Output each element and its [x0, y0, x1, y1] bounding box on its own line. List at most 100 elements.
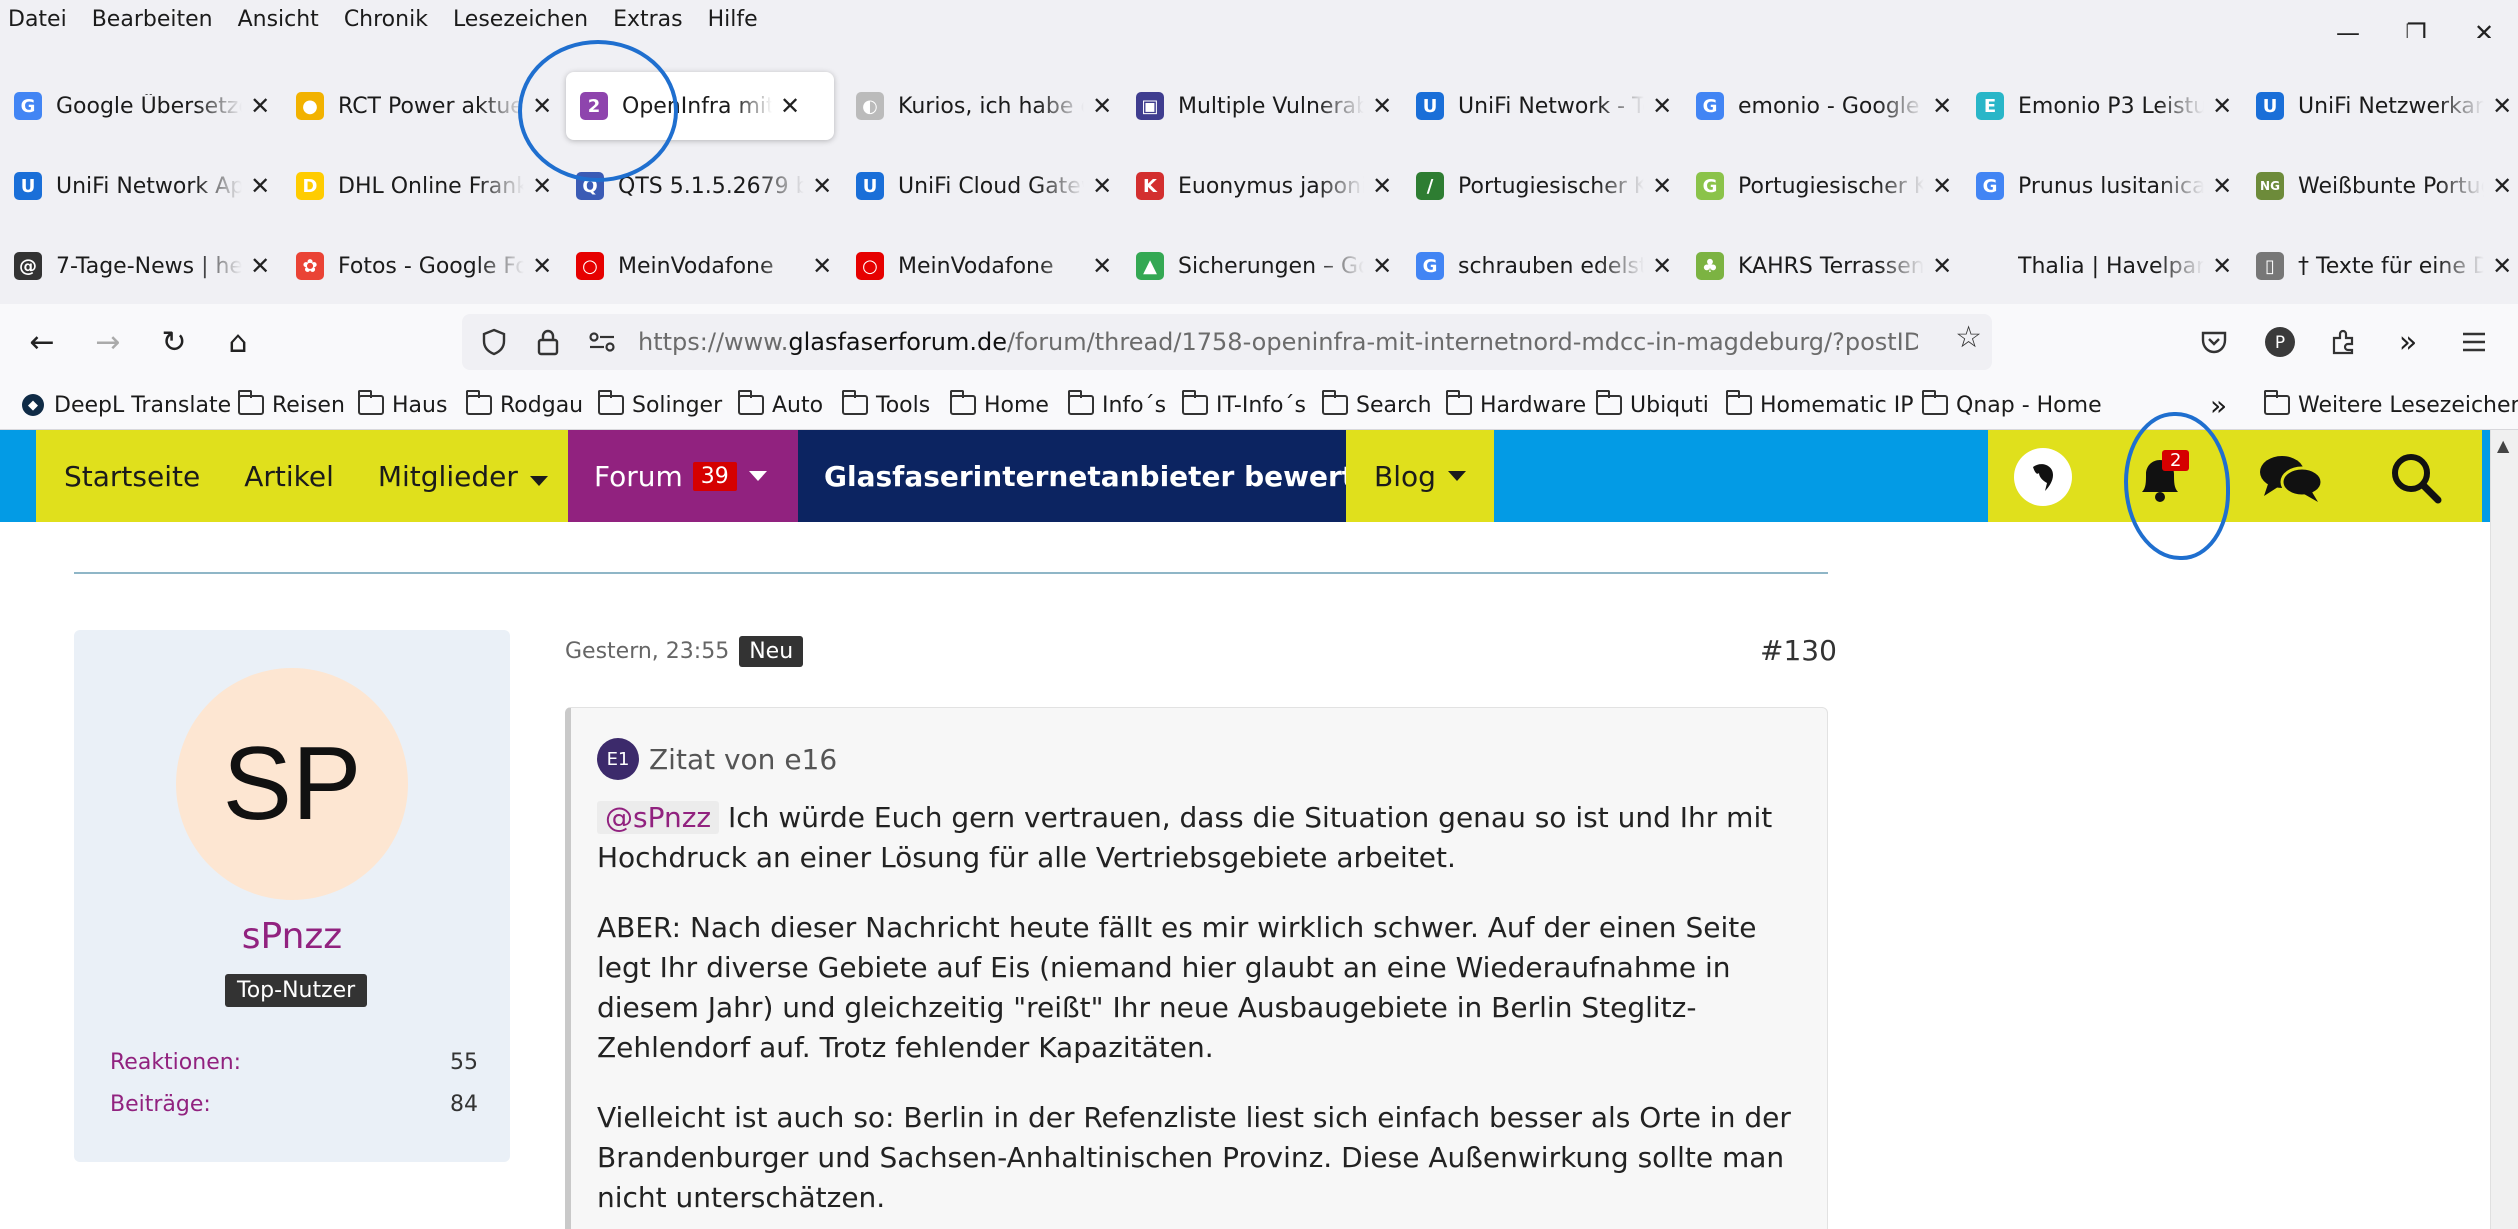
bookmark-folder[interactable]: Homematic IP [1726, 380, 1913, 430]
bell-icon[interactable]: 2 [2130, 448, 2190, 508]
browser-tab[interactable]: Gschrauben edelstahl✕ [1402, 232, 1674, 300]
browser-tab[interactable]: NG Weißbunte Portugiesische✕ [2242, 152, 2514, 220]
menu-chronik[interactable]: Chronik [344, 7, 428, 32]
browser-tab[interactable]: U UniFi Network - Topology✕ [1402, 72, 1674, 140]
tab-close-icon[interactable]: ✕ [1090, 172, 1114, 200]
post-username[interactable]: sPnzz [74, 916, 510, 957]
browser-tab[interactable]: ◐ Kurios, ich habe einen✕ [842, 72, 1114, 140]
tab-close-icon[interactable]: ✕ [2210, 172, 2234, 200]
browser-tab[interactable]: ● RCT Power aktuell ✕ [282, 72, 554, 140]
hamburger-menu-icon[interactable] [2450, 318, 2498, 366]
bookmark-folder[interactable]: Home [950, 380, 1049, 430]
tab-close-icon[interactable]: ✕ [1930, 172, 1954, 200]
browser-tab[interactable]: ○ MeinVodafone ✕ [842, 232, 1114, 300]
bookmark-folder[interactable]: Qnap - Home [1922, 380, 2102, 430]
tab-close-icon[interactable]: ✕ [2210, 92, 2234, 120]
url-text[interactable]: https://www.glasfaserforum.de/forum/thre… [638, 328, 1918, 356]
tab-close-icon[interactable]: ✕ [530, 92, 554, 120]
menu-bearbeiten[interactable]: Bearbeiten [92, 7, 213, 32]
bookmark-folder[interactable]: Haus [358, 380, 447, 430]
permissions-icon[interactable] [580, 320, 624, 364]
tab-close-icon[interactable]: ✕ [1370, 172, 1394, 200]
tab-close-icon[interactable]: ✕ [1650, 92, 1674, 120]
bookmark-folder[interactable]: Ubiquti [1596, 380, 1709, 430]
extensions-icon[interactable] [2320, 318, 2368, 366]
url-bar[interactable]: https://www.glasfaserforum.de/forum/thre… [462, 314, 1992, 370]
tab-close-icon[interactable]: ✕ [248, 172, 272, 200]
browser-tab[interactable]: @7-Tage-News | heise✕ [0, 232, 272, 300]
tab-close-icon[interactable]: ✕ [2210, 252, 2234, 280]
menu-datei[interactable]: Datei [8, 7, 67, 32]
forward-icon[interactable]: → [84, 318, 132, 366]
menu-ansicht[interactable]: Ansicht [238, 7, 319, 32]
tab-close-icon[interactable]: ✕ [810, 172, 834, 200]
user-mention[interactable]: @sPnzz [597, 801, 720, 834]
post-time[interactable]: Gestern, 23:55 [565, 639, 729, 664]
tab-close-icon[interactable]: ✕ [2490, 252, 2514, 280]
bookmark-star-icon[interactable]: ☆ [1955, 320, 1982, 355]
bookmark-folder[interactable]: Reisen [238, 380, 345, 430]
overflow-chevrons-icon[interactable]: » [2384, 318, 2432, 366]
browser-tab[interactable]: / Portugiesischer Kirschlorbeer✕ [1402, 152, 1674, 220]
bookmark-folder[interactable]: Hardware [1446, 380, 1586, 430]
bookmark-folder[interactable]: Auto [738, 380, 823, 430]
tab-close-icon[interactable]: ✕ [1930, 92, 1954, 120]
bookmark-folder[interactable]: Tools [842, 380, 930, 430]
menu-hilfe[interactable]: Hilfe [708, 7, 758, 32]
browser-tab[interactable]: G Portugiesischer Kirschlorbeer✕ [1682, 152, 1954, 220]
conversations-icon[interactable] [2256, 450, 2326, 506]
bookmark-folder[interactable]: Search [1322, 380, 1432, 430]
menu-extras[interactable]: Extras [613, 7, 683, 32]
browser-tab[interactable]: ▲ Sicherungen – Google Drive✕ [1122, 232, 1394, 300]
menu-lesezeichen[interactable]: Lesezeichen [453, 7, 588, 32]
profile-avatar-icon[interactable]: P [2256, 318, 2304, 366]
bookmark-folder[interactable]: Info´s [1068, 380, 1166, 430]
bookmark-folder[interactable]: Solinger [598, 380, 722, 430]
browser-tab[interactable]: D DHL Online Frankieren✕ [282, 152, 554, 220]
lock-icon[interactable] [526, 320, 570, 364]
browser-tab[interactable]: 2 OpenInfra mit Internetnord✕ [566, 72, 834, 140]
tab-close-icon[interactable]: ✕ [778, 92, 802, 120]
browser-tab[interactable]: U UniFi Cloud Gateway✕ [842, 152, 1114, 220]
tab-close-icon[interactable]: ✕ [1090, 252, 1114, 280]
nav-mitglieder[interactable]: Mitglieder [378, 460, 548, 493]
tab-close-icon[interactable]: ✕ [2490, 92, 2514, 120]
tab-close-icon[interactable]: ✕ [1090, 92, 1114, 120]
reload-icon[interactable]: ↻ [150, 318, 198, 366]
tab-close-icon[interactable]: ✕ [1370, 252, 1394, 280]
browser-tab[interactable]: ✿ Fotos - Google Fotos✕ [282, 232, 554, 300]
nav-blog[interactable]: Blog [1346, 430, 1494, 522]
avatar[interactable]: SP [176, 668, 408, 900]
nav-forum[interactable]: Forum 39 [568, 430, 798, 522]
browser-tab[interactable]: U UniFi Netzwerkanalyse✕ [2242, 72, 2514, 140]
back-icon[interactable]: ← [18, 318, 66, 366]
tab-close-icon[interactable]: ✕ [810, 252, 834, 280]
quote-title[interactable]: Zitat von e16 [649, 743, 837, 776]
tab-close-icon[interactable]: ✕ [1650, 252, 1674, 280]
tab-close-icon[interactable]: ✕ [530, 252, 554, 280]
scroll-up-icon[interactable]: ▲ [2497, 436, 2509, 455]
tab-close-icon[interactable]: ✕ [530, 172, 554, 200]
browser-tab[interactable]: Q QTS 5.1.5.2679 build✕ [562, 152, 834, 220]
bookmark-folder[interactable]: Rodgau [466, 380, 583, 430]
post-number[interactable]: #130 [1760, 634, 1837, 667]
bookmark-more-folder[interactable]: Weitere Lesezeichen [2264, 380, 2518, 430]
nav-startseite[interactable]: Startseite [64, 460, 200, 493]
browser-tab[interactable]: U UniFi Network Application✕ [0, 152, 272, 220]
bookmarks-overflow-icon[interactable]: » [2210, 380, 2227, 430]
browser-tab[interactable]: G Prunus lusitanica ✕ [1962, 152, 2234, 220]
search-icon[interactable] [2388, 450, 2444, 506]
browser-tab[interactable]: Gemonio - Google Suche✕ [1682, 72, 1954, 140]
browser-tab[interactable]: ▣ Multiple Vulnerabilities✕ [1122, 72, 1394, 140]
nav-artikel[interactable]: Artikel [244, 460, 334, 493]
browser-tab[interactable]: Thalia | Havelpark Dallgow✕ [1962, 232, 2234, 300]
browser-tab[interactable]: ♣ KAHRS Terrassenbelag✕ [1682, 232, 1954, 300]
tab-close-icon[interactable]: ✕ [1930, 252, 1954, 280]
pocket-icon[interactable] [2190, 318, 2238, 366]
bookmark-folder[interactable]: IT-Info´s [1182, 380, 1306, 430]
home-icon[interactable]: ⌂ [214, 318, 262, 366]
bookmark-deepl[interactable]: ◆ DeepL Translate [22, 380, 231, 430]
page-scrollbar[interactable]: ▲ [2490, 430, 2518, 1229]
nav-anbieter-bewerten[interactable]: Glasfaserinternetanbieter bewerten [798, 430, 1394, 522]
tab-close-icon[interactable]: ✕ [1650, 172, 1674, 200]
